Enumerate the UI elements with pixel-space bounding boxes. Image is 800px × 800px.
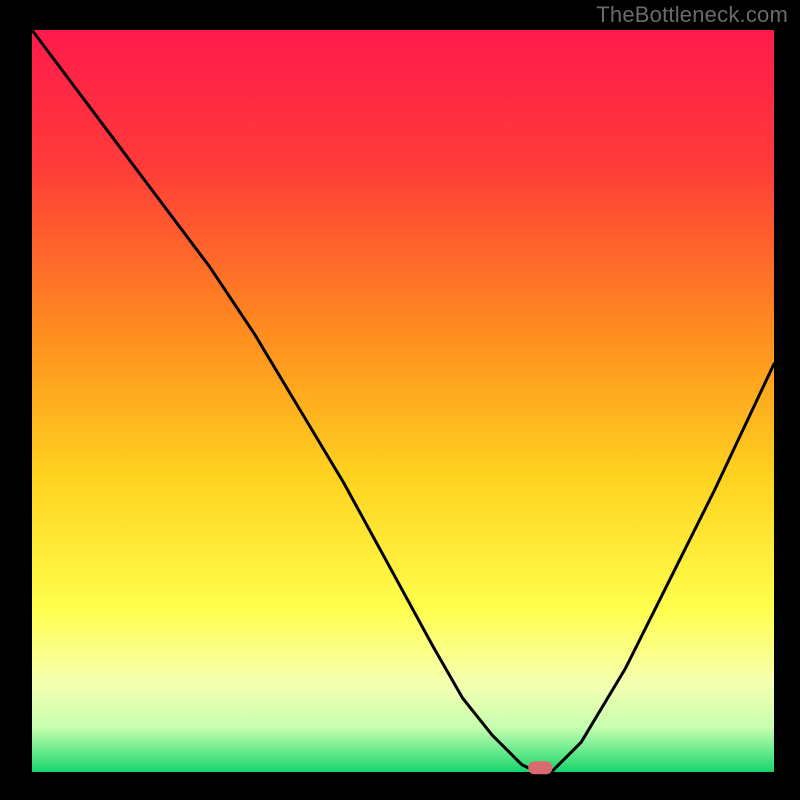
chart-stage: TheBottleneck.com	[0, 0, 800, 800]
gradient-background	[32, 30, 774, 772]
watermark-text: TheBottleneck.com	[596, 2, 788, 28]
bottleneck-chart	[0, 0, 800, 800]
optimal-marker	[528, 761, 552, 774]
